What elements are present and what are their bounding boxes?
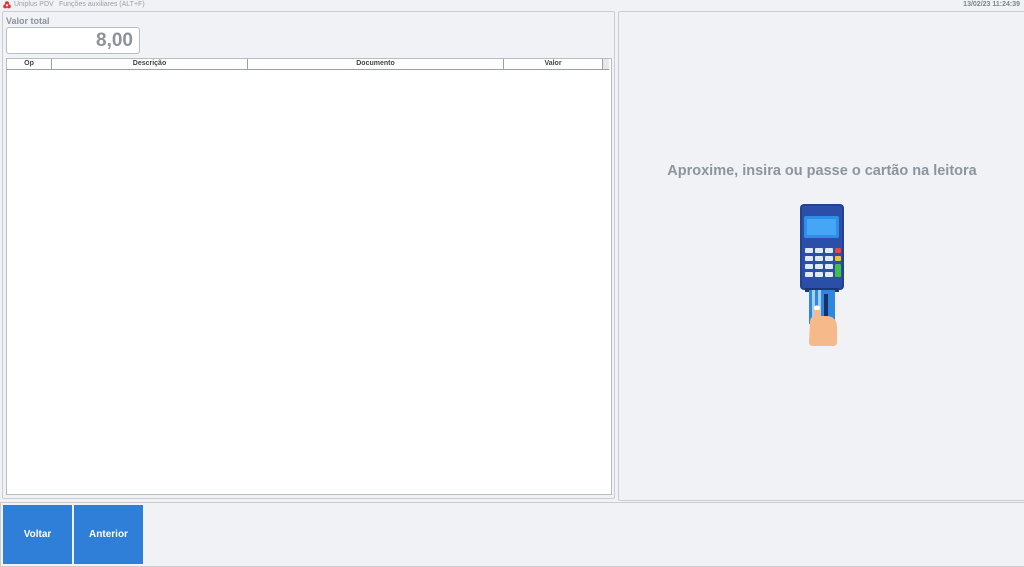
table-corner	[603, 59, 609, 69]
card-terminal-icon	[800, 204, 844, 346]
datetime-display: 13/02/23 11:24:39	[963, 1, 1020, 8]
card-reader-panel: Aproxime, insira ou passe o cartão na le…	[618, 11, 1024, 501]
previous-button[interactable]: Anterior	[74, 505, 143, 564]
column-header-descricao[interactable]: Descrição	[52, 59, 248, 69]
payments-table: Op Descrição Documento Valor	[6, 58, 612, 495]
total-field: 8,00	[6, 27, 140, 54]
app-title: Uniplus PDV	[14, 1, 54, 8]
table-header: Op Descrição Documento Valor	[7, 59, 609, 70]
total-label: Valor total	[6, 16, 50, 26]
card-prompt-text: Aproxime, insira ou passe o cartão na le…	[667, 163, 977, 179]
column-header-documento[interactable]: Documento	[248, 59, 504, 69]
back-button[interactable]: Voltar	[3, 505, 72, 564]
auxiliary-functions-menu[interactable]: Funções auxiliares (ALT+F)	[59, 0, 145, 10]
column-header-op[interactable]: Op	[7, 59, 52, 69]
payments-panel: Valor total 8,00 Op Descrição Documento …	[2, 11, 615, 499]
column-header-valor[interactable]: Valor	[504, 59, 603, 69]
title-bar: Uniplus PDV Funções auxiliares (ALT+F) 1…	[0, 0, 1024, 10]
action-bar: Voltar Anterior	[0, 502, 1024, 567]
uniplus-logo-icon	[3, 1, 11, 9]
total-value: 8,00	[96, 30, 133, 51]
